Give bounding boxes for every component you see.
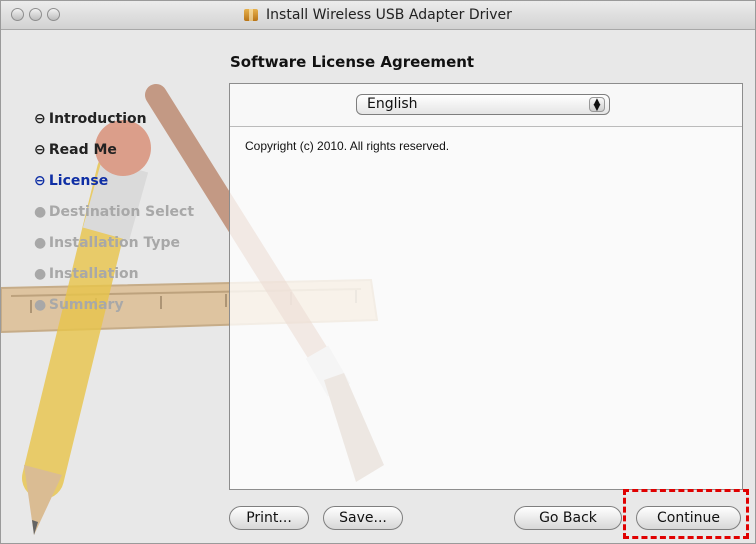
step-label: Destination Select xyxy=(48,204,195,220)
title-bar: Install Wireless USB Adapter Driver xyxy=(1,1,755,30)
language-select[interactable]: English ▲ ▼ xyxy=(356,94,610,115)
step-label: Installation Type xyxy=(48,235,181,251)
package-icon xyxy=(244,9,259,21)
step-bullet-icon: ● xyxy=(34,297,47,313)
step-label: Installation xyxy=(48,266,139,282)
installer-window: Install Wireless USB Adapter Driver Soft xyxy=(0,0,756,544)
select-arrows-icon: ▲ ▼ xyxy=(589,97,605,113)
step-bullet-icon: ⊖ xyxy=(34,111,46,127)
step-bullet-icon: ⊖ xyxy=(34,173,46,189)
step-bullet-icon: ⊖ xyxy=(34,142,46,158)
language-select-value: English xyxy=(367,96,418,112)
print-button[interactable]: Print... xyxy=(229,506,309,530)
step-license: ⊖ License xyxy=(34,173,108,189)
step-installation-type: ● Installation Type xyxy=(34,235,180,251)
step-bullet-icon: ● xyxy=(34,266,47,282)
step-label: Introduction xyxy=(48,111,147,127)
window-title: Install Wireless USB Adapter Driver xyxy=(266,7,512,23)
step-label: License xyxy=(48,173,109,189)
section-title: Software License Agreement xyxy=(230,53,475,71)
step-introduction: ⊖ Introduction xyxy=(34,111,147,127)
license-text: Copyright (c) 2010. All rights reserved. xyxy=(245,139,450,153)
step-bullet-icon: ● xyxy=(34,235,47,251)
step-bullet-icon: ● xyxy=(34,204,47,220)
step-label: Read Me xyxy=(48,142,117,158)
continue-highlight xyxy=(623,489,749,539)
license-panel: English ▲ ▼ Copyright (c) 2010. All right… xyxy=(229,83,743,490)
step-destination-select: ● Destination Select xyxy=(34,204,194,220)
step-read-me: ⊖ Read Me xyxy=(34,142,117,158)
window-title-wrap: Install Wireless USB Adapter Driver xyxy=(1,1,755,29)
step-summary: ● Summary xyxy=(34,297,124,313)
step-installation: ● Installation xyxy=(34,266,139,282)
go-back-button[interactable]: Go Back xyxy=(514,506,622,530)
save-button[interactable]: Save... xyxy=(323,506,403,530)
step-label: Summary xyxy=(48,297,124,313)
language-bar: English ▲ ▼ xyxy=(230,84,742,127)
